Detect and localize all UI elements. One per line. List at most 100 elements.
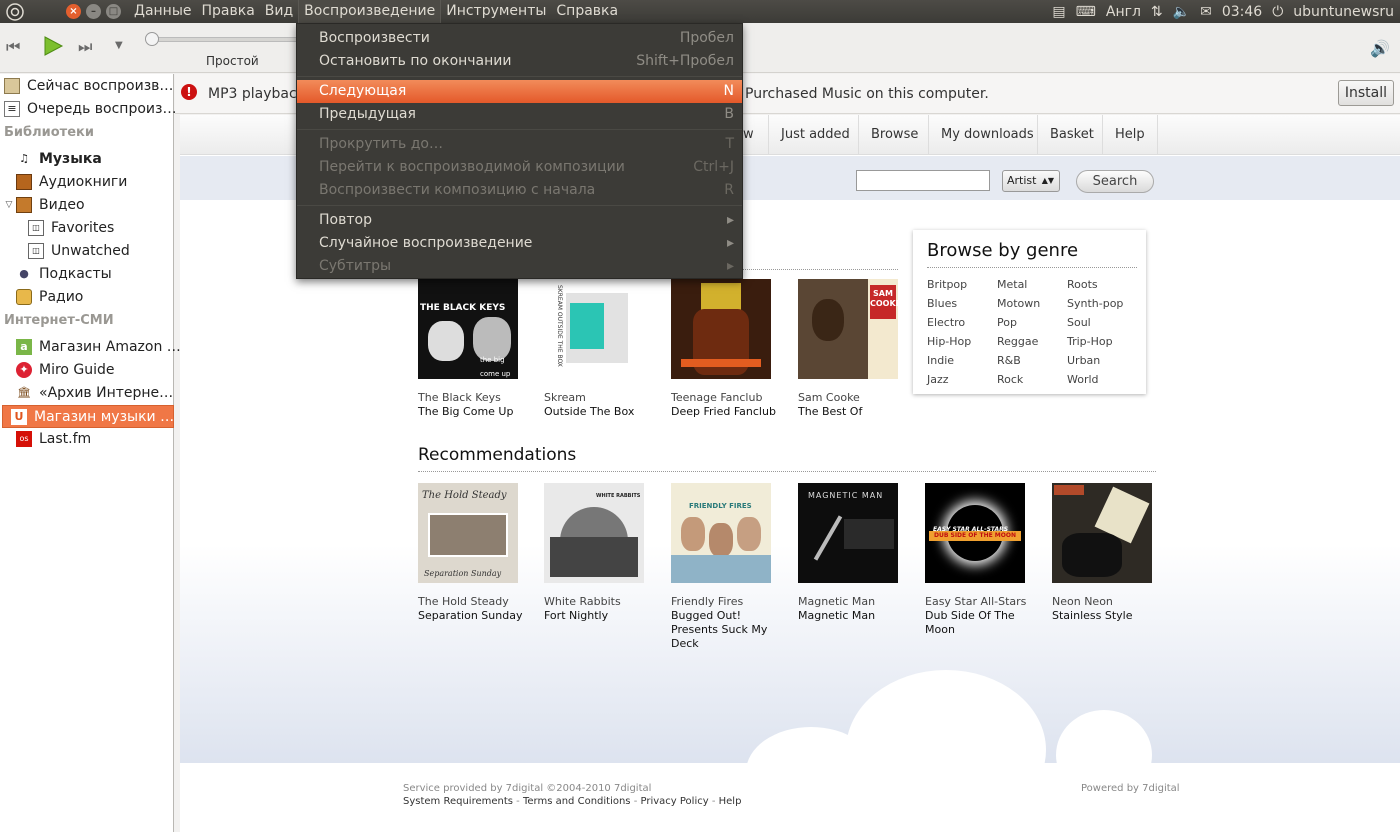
genre-link[interactable]: Pop xyxy=(997,316,1017,329)
genre-link[interactable]: Metal xyxy=(997,278,1027,291)
sidebar-item-audiobooks[interactable]: Аудиокниги xyxy=(16,170,188,193)
sidebar-item-unwatched[interactable]: ◫ Unwatched xyxy=(28,239,200,262)
album-cover[interactable]: SKREAM OUTSIDE THE BOX xyxy=(544,279,644,379)
genre-link[interactable]: Electro xyxy=(927,316,965,329)
sidebar-item-video[interactable]: ▽ Видео xyxy=(4,193,176,216)
album-title[interactable]: The Best Of xyxy=(798,405,908,419)
album-artist[interactable]: Neon Neon xyxy=(1052,595,1162,609)
menu-item-play[interactable]: Воспроизвести Пробел xyxy=(297,27,742,50)
album-title[interactable]: Deep Fried Fanclub xyxy=(671,405,781,419)
album-artist[interactable]: White Rabbits xyxy=(544,595,654,609)
menu-view[interactable]: Вид xyxy=(260,0,298,23)
menu-item-repeat[interactable]: Повтор ▸ xyxy=(297,209,742,232)
genre-link[interactable]: Jazz xyxy=(927,373,949,386)
footer-powered-by[interactable]: Powered by 7digital xyxy=(1081,783,1180,794)
sidebar-item-now-playing[interactable]: Сейчас воспроизв… xyxy=(4,74,176,97)
sidebar-item-radio[interactable]: Радио xyxy=(16,285,188,308)
album-artist[interactable]: Teenage Fanclub xyxy=(671,391,781,405)
tab-just-added[interactable]: Just added xyxy=(768,115,862,155)
menu-edit[interactable]: Правка xyxy=(197,0,260,23)
album-cover[interactable]: THE BLACK KEYS the big come up xyxy=(418,279,518,379)
album-cover[interactable]: The Hold Steady Separation Sunday xyxy=(418,483,518,583)
album-artist[interactable]: Skream xyxy=(544,391,654,405)
genre-link[interactable]: Rock xyxy=(997,373,1023,386)
menu-item-previous[interactable]: Предыдущая B xyxy=(297,103,742,126)
album-card[interactable]: The Hold Steady Separation Sunday The Ho… xyxy=(418,483,528,623)
install-button[interactable]: Install xyxy=(1337,80,1394,106)
clipboard-icon[interactable]: ▤ xyxy=(1052,4,1065,20)
tab-browse[interactable]: Browse xyxy=(858,115,930,155)
seek-slider[interactable] xyxy=(146,37,306,42)
mail-icon[interactable]: ✉ xyxy=(1200,4,1212,20)
menu-tools[interactable]: Инструменты xyxy=(441,0,551,23)
genre-link[interactable]: Soul xyxy=(1067,316,1091,329)
search-input[interactable] xyxy=(856,170,990,191)
album-card[interactable]: WHITE RABBITS White Rabbits Fort Nightly xyxy=(544,483,654,623)
album-cover[interactable] xyxy=(1052,483,1152,583)
genre-link[interactable]: Trip-Hop xyxy=(1067,335,1113,348)
window-close-button[interactable]: × xyxy=(66,4,81,19)
album-artist[interactable]: The Black Keys xyxy=(418,391,528,405)
play-icon[interactable] xyxy=(42,35,64,61)
album-artist[interactable]: Easy Star All-Stars xyxy=(925,595,1035,609)
album-artist[interactable]: Sam Cooke xyxy=(798,391,908,405)
previous-track-icon[interactable]: ⏮ xyxy=(6,37,20,57)
album-title[interactable]: Dub Side Of The Moon xyxy=(925,609,1035,637)
album-title[interactable]: Bugged Out! Presents Suck My Deck xyxy=(671,609,781,651)
album-card[interactable]: SKREAM OUTSIDE THE BOX Skream Outside Th… xyxy=(544,279,654,419)
sidebar-item-music[interactable]: ♫ Музыка xyxy=(16,147,188,170)
genre-link[interactable]: Britpop xyxy=(927,278,967,291)
window-maximize-button[interactable]: □ xyxy=(106,4,121,19)
genre-link[interactable]: Urban xyxy=(1067,354,1100,367)
play-mode-label[interactable]: Простой xyxy=(206,54,259,68)
sidebar-item-lastfm[interactable]: os Last.fm xyxy=(16,427,188,450)
network-icon[interactable]: ⇅ xyxy=(1151,4,1163,20)
album-artist[interactable]: Magnetic Man xyxy=(798,595,908,609)
tab-help[interactable]: Help xyxy=(1102,115,1158,155)
album-artist[interactable]: The Hold Steady xyxy=(418,595,528,609)
menu-help[interactable]: Справка xyxy=(551,0,623,23)
expander-down-icon[interactable]: ▽ xyxy=(4,197,14,213)
genre-link[interactable]: Hip-Hop xyxy=(927,335,971,348)
album-card[interactable]: Neon Neon Stainless Style xyxy=(1052,483,1162,623)
album-card[interactable]: THE BLACK KEYS the big come up The Black… xyxy=(418,279,528,419)
album-artist[interactable]: Friendly Fires xyxy=(671,595,781,609)
footer-link[interactable]: Help xyxy=(719,796,742,807)
album-title[interactable]: The Big Come Up xyxy=(418,405,528,419)
album-title[interactable]: Stainless Style xyxy=(1052,609,1162,623)
footer-link[interactable]: Terms and Conditions xyxy=(523,796,631,807)
tab-basket[interactable]: Basket xyxy=(1037,115,1106,155)
menu-playback[interactable]: Воспроизведение xyxy=(298,0,442,23)
footer-link[interactable]: Privacy Policy xyxy=(641,796,709,807)
genre-link[interactable]: Indie xyxy=(927,354,954,367)
search-button[interactable]: Search xyxy=(1076,170,1154,193)
genre-link[interactable]: Roots xyxy=(1067,278,1098,291)
genre-link[interactable]: R&B xyxy=(997,354,1021,367)
menu-data[interactable]: Данные xyxy=(129,0,197,23)
sidebar-item-amazon[interactable]: a Магазин Amazon … xyxy=(16,335,188,358)
genre-link[interactable]: World xyxy=(1067,373,1099,386)
session-icon[interactable]: ⏻ xyxy=(1272,4,1283,20)
album-card[interactable]: EASY STAR ALL-STARS DUB SIDE OF THE MOON… xyxy=(925,483,1035,637)
menu-item-shuffle[interactable]: Случайное воспроизведение ▸ xyxy=(297,232,742,255)
sound-icon[interactable]: 🔈 xyxy=(1173,4,1190,20)
album-cover[interactable]: WHITE RABBITS xyxy=(544,483,644,583)
genre-link[interactable]: Synth-pop xyxy=(1067,297,1123,310)
sidebar-item-archive[interactable]: 🏛 «Архив Интерне… xyxy=(16,381,188,404)
keyboard-icon[interactable]: ⌨ xyxy=(1076,4,1096,20)
volume-icon[interactable]: 🔊 xyxy=(1370,39,1390,58)
username[interactable]: ubuntunewsru xyxy=(1293,4,1394,20)
genre-link[interactable]: Blues xyxy=(927,297,957,310)
ubuntu-logo-icon[interactable] xyxy=(4,1,26,23)
window-minimize-button[interactable]: – xyxy=(86,4,101,19)
album-title[interactable]: Magnetic Man xyxy=(798,609,908,623)
album-cover[interactable]: EASY STAR ALL-STARS DUB SIDE OF THE MOON xyxy=(925,483,1025,583)
album-cover[interactable]: FRIENDLY FIRES xyxy=(671,483,771,583)
genre-link[interactable]: Reggae xyxy=(997,335,1038,348)
tab-my-downloads[interactable]: My downloads xyxy=(928,115,1046,155)
sidebar-item-podcasts[interactable]: ● Подкасты xyxy=(16,262,188,285)
album-cover[interactable] xyxy=(671,279,771,379)
sidebar-item-miro[interactable]: ✦ Miro Guide xyxy=(16,358,188,381)
album-title[interactable]: Fort Nightly xyxy=(544,609,654,623)
album-card[interactable]: FRIENDLY FIRES Friendly Fires Bugged Out… xyxy=(671,483,781,651)
